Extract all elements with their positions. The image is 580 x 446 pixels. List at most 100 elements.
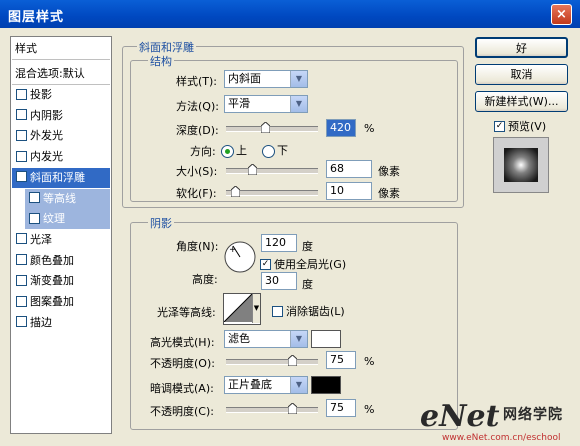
depth-unit: % (364, 122, 375, 135)
style-list-header[interactable]: 样式 (12, 39, 110, 60)
checkbox-icon[interactable] (16, 150, 27, 162)
size-input[interactable]: 68 (326, 160, 372, 178)
checkbox-icon[interactable]: ✓ (260, 258, 271, 270)
style-item-label: 颜色叠加 (30, 253, 74, 267)
shadow-opacity-label: 不透明度(C): (150, 405, 214, 418)
size-label: 大小(S): (176, 165, 218, 178)
angle-dial-icon[interactable]: + (223, 240, 257, 274)
chevron-down-icon: ▼ (290, 96, 307, 112)
shadow-opacity-thumb[interactable] (288, 403, 297, 414)
technique-select[interactable]: 平滑 ▼ (224, 95, 308, 113)
checkbox-icon[interactable] (29, 192, 40, 203)
preview-option[interactable]: ✓ 预览(V) (494, 118, 546, 134)
checkbox-icon[interactable] (16, 129, 27, 141)
style-select[interactable]: 内斜面 ▼ (224, 70, 308, 88)
checkbox-icon[interactable] (29, 212, 40, 224)
gloss-contour-label: 光泽等高线: (157, 306, 216, 319)
chevron-down-icon: ▼ (290, 331, 307, 347)
style-item[interactable]: ✓ 斜面和浮雕 (12, 167, 110, 188)
style-item[interactable]: 内发光 (12, 147, 110, 167)
ok-button[interactable]: 好 (475, 37, 568, 58)
altitude-input[interactable]: 30 (261, 272, 297, 290)
angle-label: 角度(N): (176, 240, 219, 253)
style-label: 样式(T): (176, 75, 218, 88)
svg-text:+: + (229, 245, 237, 255)
checkbox-icon[interactable] (16, 88, 27, 100)
checkbox-icon[interactable] (16, 109, 27, 121)
direction-label: 方向: (190, 145, 216, 158)
style-item-label: 等高线 (43, 191, 76, 205)
checkbox-icon[interactable] (16, 233, 27, 245)
highlight-opacity-slider[interactable] (226, 355, 318, 366)
checkbox-icon[interactable] (272, 305, 283, 317)
chevron-down-icon[interactable]: ▼ (252, 294, 260, 323)
preview-swatch (493, 137, 549, 193)
direction-up-label: 上 (236, 144, 247, 157)
style-item[interactable]: 投影 (12, 85, 110, 105)
direction-up-option[interactable]: 上 (221, 142, 247, 158)
altitude-unit: 度 (302, 278, 313, 291)
antialias-option[interactable]: 消除锯齿(L) (272, 303, 345, 319)
highlight-opacity-thumb[interactable] (288, 355, 297, 366)
soften-slider[interactable] (226, 186, 318, 197)
depth-label: 深度(D): (176, 124, 219, 137)
style-list: 样式 混合选项:默认 投影 内阴影 外发光 内发光 ✓ 斜面和浮雕 等高线 纹理 光泽 颜色叠加渐… (10, 36, 112, 434)
style-item[interactable]: 内阴影 (12, 106, 110, 126)
global-light-label: 使用全局光(G) (274, 258, 347, 271)
style-select-value: 内斜面 (228, 72, 261, 85)
angle-input[interactable]: 120 (261, 234, 297, 252)
contour-icon (224, 294, 252, 322)
blend-options-item[interactable]: 混合选项:默认 (12, 64, 110, 85)
style-item[interactable]: 颜色叠加 (12, 251, 110, 271)
new-style-button[interactable]: 新建样式(W)... (475, 91, 568, 112)
shadow-opacity-input[interactable]: 75 (326, 399, 356, 417)
checkbox-icon[interactable]: ✓ (494, 120, 505, 132)
style-item[interactable]: 纹理 (25, 209, 110, 230)
checkbox-icon[interactable] (16, 316, 27, 328)
shadow-mode-select[interactable]: 正片叠底 ▼ (224, 376, 308, 394)
style-item-label: 纹理 (43, 212, 65, 226)
checkbox-icon[interactable] (16, 274, 27, 286)
checkbox-icon[interactable] (16, 254, 27, 266)
radio-icon[interactable] (262, 144, 275, 158)
highlight-mode-value: 滤色 (228, 332, 250, 345)
style-item-label: 光泽 (30, 232, 52, 246)
title-bar: 图层样式 × (0, 0, 580, 28)
style-item[interactable]: 描边 (12, 313, 110, 333)
checkbox-icon[interactable]: ✓ (16, 171, 27, 183)
soften-input[interactable]: 10 (326, 182, 372, 200)
style-item-label: 斜面和浮雕 (30, 170, 85, 184)
style-item[interactable]: 图案叠加 (12, 292, 110, 312)
gloss-contour-picker[interactable]: ▼ (223, 293, 261, 325)
style-item[interactable]: 等高线 (25, 188, 110, 209)
style-item[interactable]: 光泽 (12, 230, 110, 250)
global-light-option[interactable]: ✓ 使用全局光(G) (260, 256, 346, 272)
depth-slider-thumb[interactable] (261, 122, 270, 133)
shading-title: 阴影 (148, 215, 174, 231)
shadow-opacity-slider[interactable] (226, 403, 318, 414)
cancel-button[interactable]: 取消 (475, 64, 568, 85)
soften-slider-thumb[interactable] (231, 186, 240, 197)
chevron-down-icon: ▼ (290, 71, 307, 87)
radio-icon[interactable] (221, 144, 234, 158)
style-item-label: 内发光 (30, 150, 63, 164)
style-item-label: 渐变叠加 (30, 274, 74, 288)
style-item-label: 图案叠加 (30, 295, 74, 308)
depth-slider[interactable] (226, 122, 318, 133)
style-item[interactable]: 外发光 (12, 126, 110, 146)
antialias-label: 消除锯齿(L) (286, 305, 345, 318)
window-title: 图层样式 (8, 10, 65, 25)
close-icon[interactable]: × (551, 4, 572, 25)
style-item-label: 内阴影 (30, 108, 63, 122)
size-slider[interactable] (226, 164, 318, 175)
technique-select-value: 平滑 (228, 97, 250, 110)
depth-input[interactable]: 420 (326, 119, 356, 137)
highlight-opacity-input[interactable]: 75 (326, 351, 356, 369)
style-item[interactable]: 渐变叠加 (12, 271, 110, 291)
size-slider-thumb[interactable] (248, 164, 257, 175)
shadow-color-swatch[interactable] (311, 376, 341, 394)
highlight-mode-select[interactable]: 滤色 ▼ (224, 330, 308, 348)
checkbox-icon[interactable] (16, 295, 27, 307)
direction-down-option[interactable]: 下 (262, 142, 288, 158)
highlight-color-swatch[interactable] (311, 330, 341, 348)
